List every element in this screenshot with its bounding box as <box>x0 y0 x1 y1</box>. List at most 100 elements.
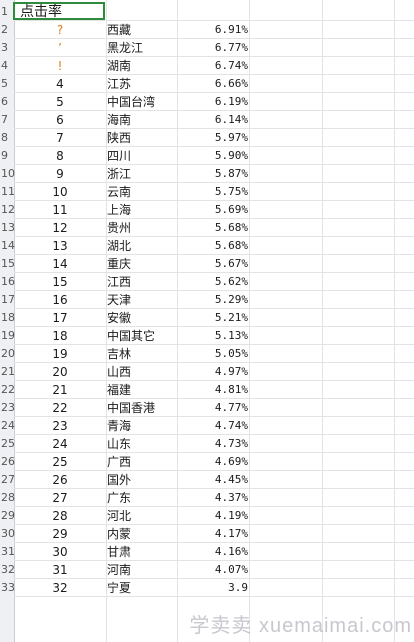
region-cell[interactable]: 河北 <box>107 507 177 525</box>
rank-cell[interactable]: 27 <box>14 489 106 507</box>
region-cell[interactable]: 安徽 <box>107 309 177 327</box>
rate-cell[interactable]: 4.16% <box>178 543 248 561</box>
rank-cell[interactable]: 12 <box>14 219 106 237</box>
region-cell[interactable]: 河南 <box>107 561 177 579</box>
rate-cell[interactable]: 4.37% <box>178 489 248 507</box>
row-number[interactable]: 10 <box>0 165 15 183</box>
row-number[interactable]: 23 <box>0 399 15 417</box>
region-cell[interactable]: 湖南 <box>107 57 177 75</box>
rate-cell[interactable]: 4.69% <box>178 453 248 471</box>
rate-cell[interactable]: 6.66% <box>178 75 248 93</box>
row-number[interactable]: 28 <box>0 489 15 507</box>
region-cell[interactable]: 上海 <box>107 201 177 219</box>
rate-cell[interactable]: 4.19% <box>178 507 248 525</box>
rank-cell[interactable]: 9 <box>14 165 106 183</box>
row-number[interactable]: 12 <box>0 201 15 219</box>
rate-cell[interactable]: 5.29% <box>178 291 248 309</box>
rank-cell[interactable]: 29 <box>14 525 106 543</box>
row-number[interactable]: 18 <box>0 309 15 327</box>
rank-cell[interactable]: 19 <box>14 345 106 363</box>
row-number[interactable]: 16 <box>0 273 15 291</box>
row-number[interactable]: 22 <box>0 381 15 399</box>
rate-cell[interactable]: 4.45% <box>178 471 248 489</box>
rank-cell[interactable]: 22 <box>14 399 106 417</box>
rank-cell[interactable]: 26 <box>14 471 106 489</box>
region-cell[interactable]: 中国台湾 <box>107 93 177 111</box>
region-cell[interactable]: 天津 <box>107 291 177 309</box>
rate-cell[interactable]: 5.68% <box>178 219 248 237</box>
rate-cell[interactable]: 4.97% <box>178 363 248 381</box>
region-cell[interactable]: 湖北 <box>107 237 177 255</box>
rank-cell[interactable]: ? <box>14 21 106 39</box>
row-number[interactable]: 25 <box>0 435 15 453</box>
rank-cell[interactable]: 7 <box>14 129 106 147</box>
rank-cell[interactable]: 28 <box>14 507 106 525</box>
row-number[interactable]: 7 <box>0 111 14 129</box>
rate-cell[interactable]: 4.77% <box>178 399 248 417</box>
row-number[interactable]: 1 <box>0 3 14 21</box>
rank-cell[interactable]: 11 <box>14 201 106 219</box>
rank-cell[interactable]: 31 <box>14 561 106 579</box>
row-number[interactable]: 6 <box>0 93 14 111</box>
row-number[interactable]: 31 <box>0 543 15 561</box>
rank-cell[interactable]: 16 <box>14 291 106 309</box>
rank-cell[interactable]: ! <box>14 57 106 75</box>
row-number[interactable]: 30 <box>0 525 15 543</box>
region-cell[interactable]: 海南 <box>107 111 177 129</box>
rank-cell[interactable]: 25 <box>14 453 106 471</box>
rate-cell[interactable]: 6.74% <box>178 57 248 75</box>
rate-cell[interactable]: 5.90% <box>178 147 248 165</box>
rate-cell[interactable]: 6.14% <box>178 111 248 129</box>
rank-cell[interactable]: 15 <box>14 273 106 291</box>
row-number[interactable]: 5 <box>0 75 14 93</box>
rate-cell[interactable]: 4.73% <box>178 435 248 453</box>
region-cell[interactable]: 重庆 <box>107 255 177 273</box>
rate-cell[interactable]: 5.68% <box>178 237 248 255</box>
rank-cell[interactable]: 21 <box>14 381 106 399</box>
row-number[interactable]: 26 <box>0 453 15 471</box>
row-number[interactable]: 27 <box>0 471 15 489</box>
rank-cell[interactable]: 14 <box>14 255 106 273</box>
row-number[interactable]: 14 <box>0 237 15 255</box>
row-number[interactable]: 13 <box>0 219 15 237</box>
row-number[interactable]: 8 <box>0 129 14 147</box>
rate-cell[interactable]: 5.62% <box>178 273 248 291</box>
row-number[interactable]: 4 <box>0 57 14 75</box>
region-cell[interactable]: 宁夏 <box>107 579 177 597</box>
rank-cell[interactable]: 6 <box>14 111 106 129</box>
rate-cell[interactable]: 5.05% <box>178 345 248 363</box>
row-number[interactable]: 33 <box>0 579 15 597</box>
region-cell[interactable]: 贵州 <box>107 219 177 237</box>
rank-cell[interactable]: 10 <box>14 183 106 201</box>
region-cell[interactable]: 青海 <box>107 417 177 435</box>
rank-cell[interactable]: 4 <box>14 75 106 93</box>
rank-cell[interactable]: 8 <box>14 147 106 165</box>
rate-cell[interactable]: 5.87% <box>178 165 248 183</box>
region-cell[interactable]: 山东 <box>107 435 177 453</box>
row-number[interactable]: 29 <box>0 507 15 525</box>
rate-cell[interactable]: 5.69% <box>178 201 248 219</box>
rank-cell[interactable]: 30 <box>14 543 106 561</box>
rate-cell[interactable]: 5.13% <box>178 327 248 345</box>
region-cell[interactable]: 中国其它 <box>107 327 177 345</box>
region-cell[interactable]: 云南 <box>107 183 177 201</box>
rate-cell[interactable]: 5.75% <box>178 183 248 201</box>
rank-cell[interactable]: 13 <box>14 237 106 255</box>
region-cell[interactable]: 浙江 <box>107 165 177 183</box>
row-number[interactable]: 11 <box>0 183 15 201</box>
rate-cell[interactable]: 6.77% <box>178 39 248 57</box>
region-cell[interactable]: 四川 <box>107 147 177 165</box>
region-cell[interactable]: 江西 <box>107 273 177 291</box>
rank-cell[interactable]: 17 <box>14 309 106 327</box>
row-number[interactable]: 3 <box>0 39 14 57</box>
rank-cell[interactable]: 5 <box>14 93 106 111</box>
row-number[interactable]: 15 <box>0 255 15 273</box>
region-cell[interactable]: 广西 <box>107 453 177 471</box>
region-cell[interactable]: 黑龙江 <box>107 39 177 57</box>
rank-cell[interactable]: 32 <box>14 579 106 597</box>
row-number[interactable]: 32 <box>0 561 15 579</box>
rate-cell[interactable]: 5.67% <box>178 255 248 273</box>
row-number[interactable]: 24 <box>0 417 15 435</box>
rate-cell[interactable]: 4.17% <box>178 525 248 543</box>
region-cell[interactable]: 甘肃 <box>107 543 177 561</box>
